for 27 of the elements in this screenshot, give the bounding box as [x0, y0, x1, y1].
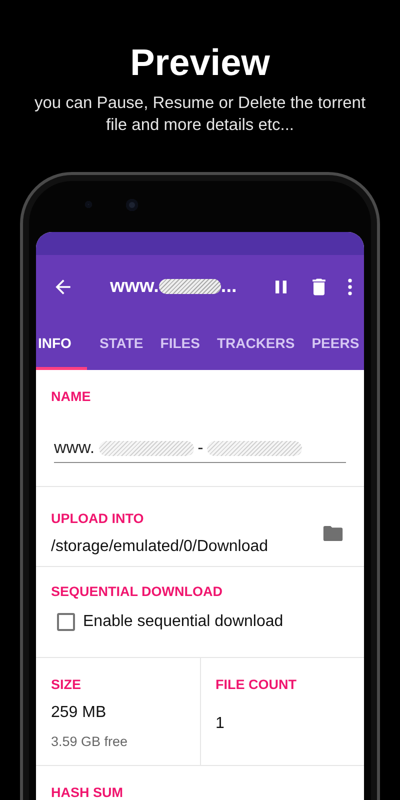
promo-subtitle: you can Pause, Resume or Delete the torrent file and more details etc... [33, 93, 367, 136]
redaction-mark [158, 279, 221, 294]
section-label: SIZE [51, 676, 82, 694]
folder-path: /storage/emulated/0/Download [51, 536, 270, 556]
torrent-title: www. [110, 276, 159, 298]
tab[interactable]: STATE [87, 318, 158, 370]
title-ellipsis: ... [220, 276, 237, 298]
size-value: 259 MB [51, 703, 108, 723]
tab[interactable]: PEERS [310, 318, 364, 370]
section-label: NAME [51, 388, 92, 406]
promo-title: Preview [129, 41, 271, 84]
folder-icon[interactable] [323, 525, 343, 542]
checkbox[interactable] [57, 613, 75, 631]
section-label: FILE COUNT [216, 676, 298, 694]
name-text: www. [54, 438, 95, 458]
section-label: SEQUENTIAL DOWNLOAD [51, 583, 224, 601]
sensor-icon [85, 201, 92, 208]
file-count: 1 [216, 714, 226, 734]
checkbox-label: Enable sequential download [83, 612, 284, 632]
free-space: 3.59 GB free [51, 734, 129, 749]
tab[interactable]: FILES [158, 318, 215, 370]
camera-icon [126, 198, 138, 210]
section-label: UPLOAD INTO [51, 510, 145, 528]
name-field[interactable]: www. - [54, 434, 346, 463]
name-text: - [198, 438, 204, 458]
section-label: HASH SUM [51, 784, 124, 800]
tab[interactable]: TRACKERS [214, 318, 310, 370]
